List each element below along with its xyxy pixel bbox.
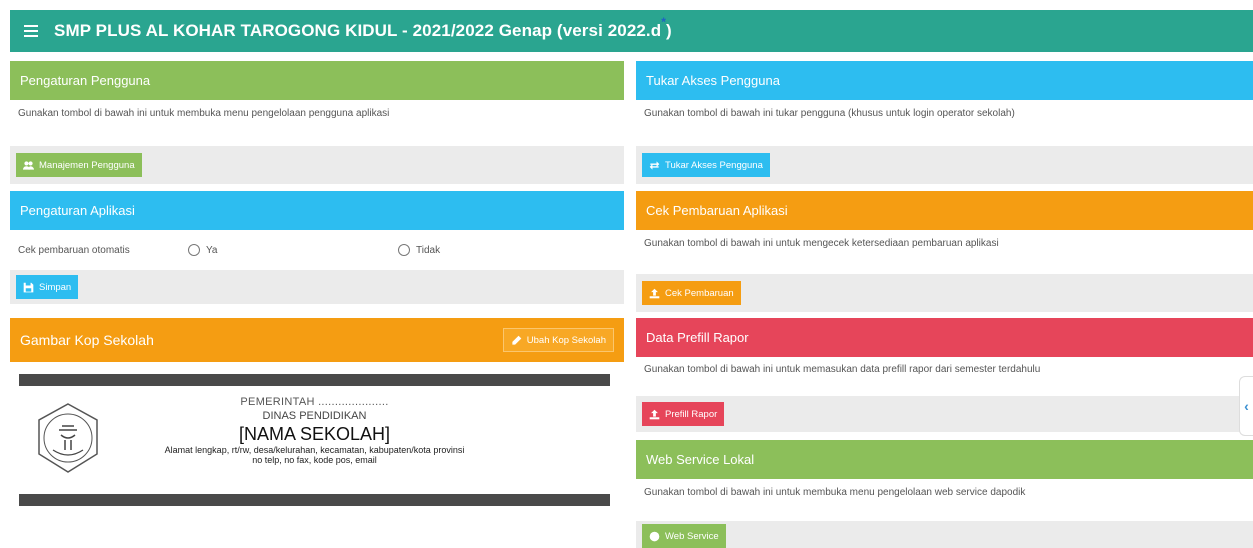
users-icon: [23, 160, 34, 170]
panel-pengaturan-aplikasi: Pengaturan Aplikasi Cek pembaruan otomat…: [10, 191, 624, 304]
kop-line-kontak: no telp, no fax, kode pos, email: [252, 455, 377, 465]
panel-tukar-akses: Tukar Akses Pengguna Gunakan tombol di b…: [636, 61, 1253, 184]
manajemen-pengguna-button[interactable]: Manajemen Pengguna: [16, 153, 142, 177]
simpan-button[interactable]: Simpan: [16, 275, 79, 299]
panel-header: Cek Pembaruan Aplikasi: [636, 191, 1253, 230]
panel-header: Data Prefill Rapor: [636, 318, 1253, 357]
panel-description: Gunakan tombol di bawah ini untuk membuk…: [18, 108, 390, 119]
panel-pengaturan-pengguna: Pengaturan Pengguna Gunakan tombol di ba…: [10, 61, 624, 184]
radio-circle[interactable]: [188, 244, 200, 256]
kop-line-pemerintah: PEMERINTAH .....................: [240, 396, 389, 408]
pencil-icon: [512, 335, 522, 345]
panel-header: Web Service Lokal: [636, 440, 1253, 479]
panel-cek-pembaruan: Cek Pembaruan Aplikasi Gunakan tombol di…: [636, 191, 1253, 312]
prefill-rapor-button[interactable]: Prefill Rapor: [642, 402, 725, 426]
auto-update-row: Cek pembaruan otomatis Ya Tidak: [10, 230, 624, 270]
save-icon: [23, 282, 34, 292]
panel-header: Tukar Akses Pengguna: [636, 61, 1253, 100]
panel-description: Gunakan tombol di bawah ini untuk memasu…: [644, 364, 1041, 375]
radio-ya[interactable]: Ya: [188, 244, 398, 256]
ubah-kop-button[interactable]: Ubah Kop Sekolah: [502, 328, 614, 352]
collapse-sidebar-tab[interactable]: ‹: [1239, 376, 1253, 436]
app-header: SMP PLUS AL KOHAR TAROGONG KIDUL - 2021/…: [10, 10, 1253, 52]
kop-sekolah-image: PEMERINTAH ..................... DINAS P…: [19, 374, 610, 506]
panel-prefill-rapor: Data Prefill Rapor Gunakan tombol di baw…: [636, 318, 1253, 432]
panel-header: Pengaturan Aplikasi: [10, 191, 624, 230]
panel-description: Gunakan tombol di bawah ini untuk mengec…: [644, 238, 999, 249]
upload-icon: [649, 288, 660, 298]
auto-update-label: Cek pembaruan otomatis: [18, 244, 130, 256]
cek-pembaruan-button[interactable]: Cek Pembaruan: [642, 281, 741, 305]
upload-icon: [649, 409, 660, 419]
kop-line-nama-sekolah: [NAMA SEKOLAH]: [238, 424, 391, 444]
web-service-button[interactable]: Web Service: [642, 524, 726, 548]
kop-line-alamat: Alamat lengkap, rt/rw, desa/kelurahan, k…: [164, 445, 465, 455]
radio-tidak[interactable]: Tidak: [398, 244, 440, 256]
panel-description: Gunakan tombol di bawah ini tukar penggu…: [644, 108, 1015, 119]
panel-header: Gambar Kop Sekolah Ubah Kop Sekolah: [10, 318, 624, 362]
panel-web-service: Web Service Lokal Gunakan tombol di bawa…: [636, 440, 1253, 548]
kop-line-dinas: DINAS PENDIDIKAN: [262, 410, 367, 422]
panel-description: Gunakan tombol di bawah ini untuk membuk…: [644, 487, 1026, 498]
chevron-left-icon: ‹: [1244, 398, 1249, 414]
hamburger-menu-icon[interactable]: [24, 25, 38, 37]
tukar-akses-button[interactable]: Tukar Akses Pengguna: [642, 153, 770, 177]
exchange-icon: [649, 160, 660, 170]
page-title: SMP PLUS AL KOHAR TAROGONG KIDUL - 2021/…: [54, 15, 672, 40]
globe-icon: [649, 531, 660, 541]
panel-gambar-kop: Gambar Kop Sekolah Ubah Kop Sekolah: [10, 318, 624, 362]
panel-header: Pengaturan Pengguna: [10, 61, 624, 100]
radio-circle[interactable]: [398, 244, 410, 256]
